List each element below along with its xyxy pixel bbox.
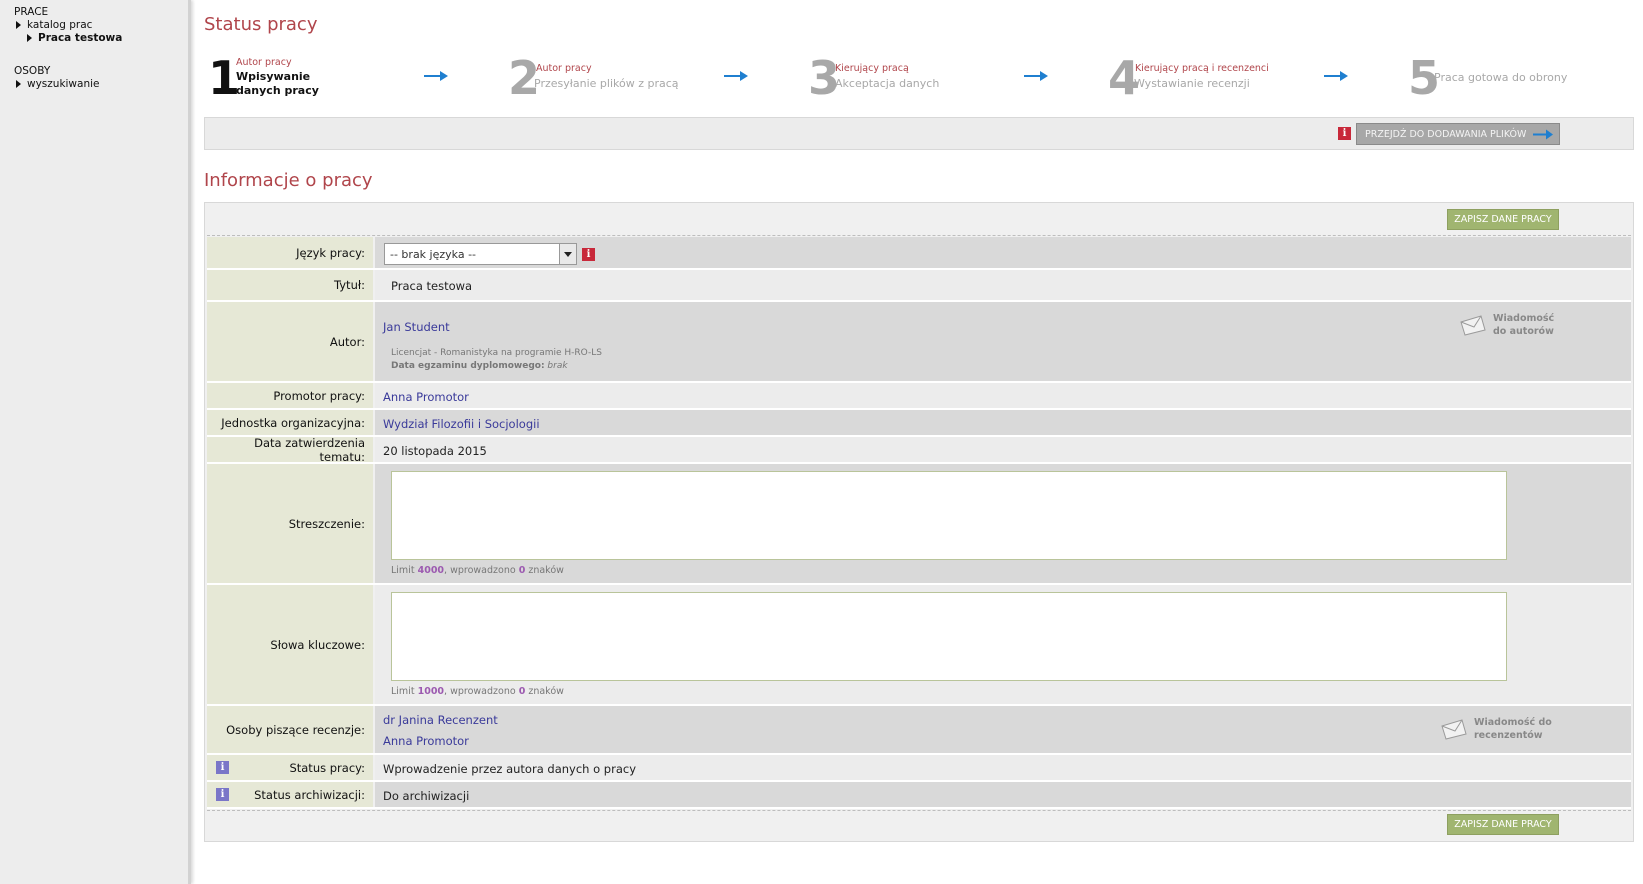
step-who: Kierujący pracą i recenzenci	[1135, 63, 1269, 74]
info-icon[interactable]: i	[1338, 127, 1351, 140]
message-reviewers-line1: Wiadomość do	[1474, 717, 1552, 728]
abstract-textarea[interactable]	[391, 471, 1507, 560]
arrow-right-icon	[1024, 71, 1048, 81]
triangle-right-icon	[16, 80, 21, 88]
sidebar-item-label: wyszukiwanie	[27, 78, 100, 90]
language-select-value: -- brak języka --	[390, 247, 477, 261]
step-what: Wpisywanie danych pracy	[236, 70, 319, 97]
message-reviewers-line2: recenzentów	[1474, 730, 1543, 741]
info-icon[interactable]: i	[216, 761, 229, 774]
row-title: Tytuł: Praca testowa	[207, 270, 1631, 302]
triangle-right-icon	[27, 34, 32, 42]
sidebar-section-osoby: OSOBY	[14, 65, 51, 77]
label-abstract: Streszczenie:	[207, 464, 373, 583]
row-archive-status: i Status archiwizacji: Do archiwizacji	[207, 782, 1631, 809]
step-what: Praca gotowa do obrony	[1434, 71, 1568, 84]
label-archive-status-text: Status archiwizacji:	[254, 787, 365, 802]
label-promotor: Promotor pracy:	[207, 383, 373, 408]
step-who: Autor pracy	[536, 63, 592, 74]
arrow-right-icon	[1533, 129, 1553, 140]
label-archive-status: i Status archiwizacji:	[207, 782, 373, 807]
info-form: ZAPISZ DANE PRACY Język pracy: -- brak j…	[204, 202, 1634, 842]
title-value: Praca testowa	[391, 279, 473, 293]
row-unit: Jednostka organizacyjna: Wydział Filozof…	[207, 410, 1631, 437]
exam-date: Data egzaminu dyplomowego: brak	[391, 361, 568, 371]
step-5: 5 Praca gotowa do obrony	[1408, 54, 1628, 104]
row-language: Język pracy: -- brak języka -- i	[207, 237, 1631, 270]
label-title: Tytuł:	[207, 270, 373, 300]
label-language: Język pracy:	[207, 237, 373, 268]
author-program: Licencjat - Romanistyka na programie H-R…	[391, 348, 602, 358]
sidebar-item-label: katalog prac	[27, 19, 93, 31]
author-link[interactable]: Jan Student	[383, 320, 450, 334]
row-promotor: Promotor pracy: Anna Promotor	[207, 383, 1631, 410]
date-value: 20 listopada 2015	[383, 444, 487, 458]
step-1: 1 Autor pracy Wpisywanie danych pracy	[208, 54, 368, 104]
step-what: Akceptacja danych	[835, 77, 940, 90]
message-authors-line1: Wiadomość	[1493, 313, 1555, 324]
label-work-status: i Status pracy:	[207, 755, 373, 780]
abstract-limit: Limit 4000, wprowadzono 0 znaków	[391, 565, 564, 576]
message-reviewers-button[interactable]: Wiadomość do recenzentów	[1440, 716, 1552, 742]
row-work-status: i Status pracy: Wprowadzenie przez autor…	[207, 755, 1631, 782]
triangle-right-icon	[16, 21, 21, 29]
step-what: Wystawianie recenzji	[1134, 77, 1250, 90]
keywords-textarea[interactable]	[391, 592, 1507, 681]
sidebar: PRACE katalog prac Praca testowa OSOBY w…	[0, 0, 191, 884]
save-button-bottom[interactable]: ZAPISZ DANE PRACY	[1447, 814, 1559, 835]
step-4: 4 Kierujący pracą i recenzenci Wystawian…	[1108, 54, 1328, 104]
reviewer-link[interactable]: dr Janina Recenzent	[383, 713, 498, 727]
save-button-top[interactable]: ZAPISZ DANE PRACY	[1447, 209, 1559, 230]
status-action-bar: i PRZEJDŹ DO DODAWANIA PLIKÓW	[204, 117, 1634, 150]
step-what: Przesyłanie plików z pracą	[534, 77, 679, 90]
envelope-icon	[1460, 315, 1486, 336]
sidebar-item-wyszukiwanie[interactable]: wyszukiwanie	[16, 78, 100, 90]
sidebar-item-label: Praca testowa	[38, 32, 123, 44]
label-unit: Jednostka organizacyjna:	[207, 410, 373, 435]
archive-status-value: Do archiwizacji	[383, 789, 470, 803]
envelope-icon	[1441, 719, 1467, 740]
next-step-button[interactable]: PRZEJDŹ DO DODAWANIA PLIKÓW	[1356, 123, 1560, 145]
reviewer-link[interactable]: Anna Promotor	[383, 734, 469, 748]
info-icon[interactable]: i	[216, 788, 229, 801]
chevron-down-icon[interactable]	[559, 244, 576, 264]
language-select[interactable]: -- brak języka --	[384, 243, 577, 265]
arrow-right-icon	[424, 71, 448, 81]
row-abstract: Streszczenie: Limit 4000, wprowadzono 0 …	[207, 464, 1631, 585]
sidebar-item-praca-testowa[interactable]: Praca testowa	[27, 32, 122, 44]
label-author: Autor:	[207, 302, 373, 381]
row-date: Data zatwierdzenia tematu: 20 listopada …	[207, 436, 1631, 464]
info-title: Informacje o pracy	[204, 170, 373, 191]
unit-link[interactable]: Wydział Filozofii i Socjologii	[383, 417, 540, 431]
work-status-value: Wprowadzenie przez autora danych o pracy	[383, 762, 637, 776]
label-date: Data zatwierdzenia tematu:	[207, 436, 373, 464]
message-authors-button[interactable]: Wiadomość do autorów	[1459, 312, 1554, 338]
step-who: Autor pracy	[236, 57, 292, 68]
divider	[207, 235, 1631, 236]
row-author: Autor: Jan Student Licencjat - Romanisty…	[207, 302, 1631, 383]
keywords-limit: Limit 1000, wprowadzono 0 znaków	[391, 686, 564, 697]
arrow-right-icon	[724, 71, 748, 81]
step-who: Kierujący pracą	[835, 63, 909, 74]
promotor-link[interactable]: Anna Promotor	[383, 390, 469, 404]
exam-date-value: brak	[547, 361, 568, 371]
row-reviewers: Osoby piszące recenzje: dr Janina Recenz…	[207, 706, 1631, 755]
label-work-status-text: Status pracy:	[289, 760, 365, 775]
status-title: Status pracy	[204, 14, 318, 35]
divider	[207, 810, 1631, 811]
step-2: 2 Autor pracy Przesyłanie plików z pracą	[508, 54, 708, 104]
next-step-label: PRZEJDŹ DO DODAWANIA PLIKÓW	[1365, 128, 1527, 140]
info-icon[interactable]: i	[582, 248, 595, 261]
sidebar-section-prace: PRACE	[14, 6, 49, 18]
arrow-right-icon	[1324, 71, 1348, 81]
row-keywords: Słowa kluczowe: Limit 1000, wprowadzono …	[207, 585, 1631, 706]
sidebar-item-katalog-prac[interactable]: katalog prac	[16, 19, 92, 31]
exam-date-label: Data egzaminu dyplomowego:	[391, 361, 545, 371]
label-keywords: Słowa kluczowe:	[207, 585, 373, 704]
message-authors-line2: do autorów	[1493, 326, 1554, 337]
step-3: 3 Kierujący pracą Akceptacja danych	[808, 54, 1008, 104]
label-reviewers: Osoby piszące recenzje:	[207, 706, 373, 753]
